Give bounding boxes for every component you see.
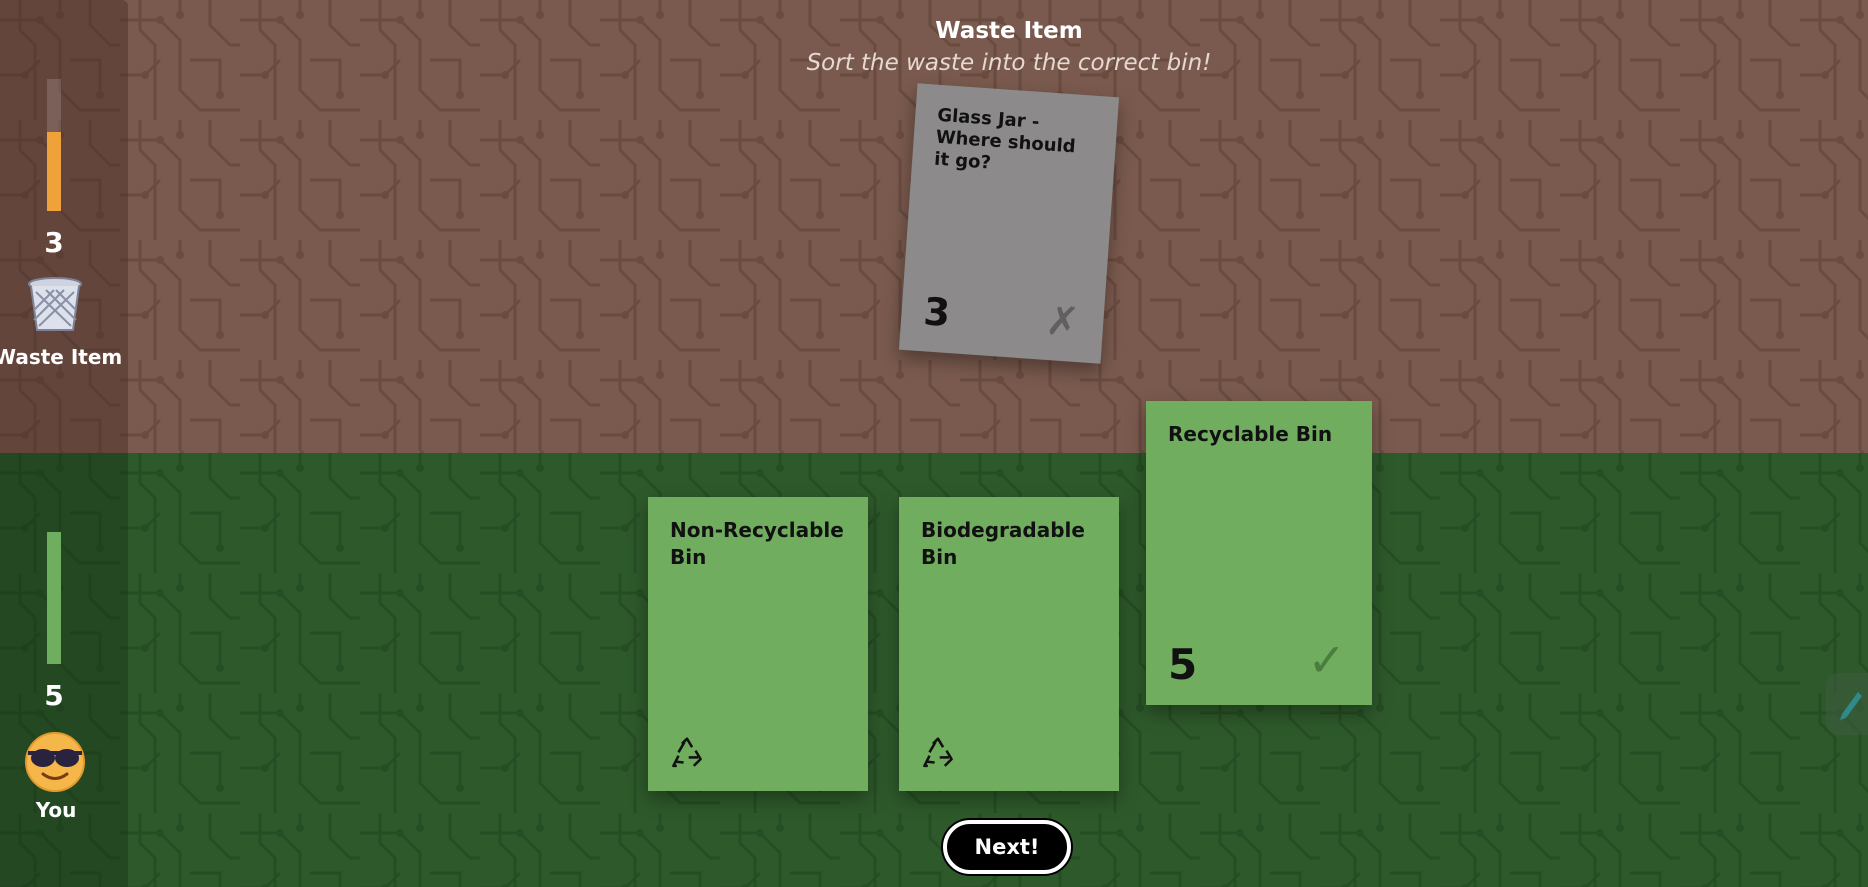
page-title: Waste Item xyxy=(935,18,1083,44)
recycle-icon xyxy=(921,737,955,771)
bin-card-title: Non-Recyclable Bin xyxy=(670,518,844,569)
player-progress-fill xyxy=(47,532,61,664)
recycle-icon xyxy=(670,737,704,771)
pencil-icon xyxy=(1840,692,1862,720)
player-name: You xyxy=(35,798,77,822)
player-progress-bar xyxy=(47,532,61,664)
waste-item-card-title: Glass Jar - Where should it go? xyxy=(933,104,1077,174)
player-score: 5 xyxy=(44,679,64,712)
bin-card-title: Recyclable Bin xyxy=(1168,422,1333,446)
opponent-progress-bar xyxy=(47,79,61,211)
opponent-progress-fill xyxy=(47,131,61,211)
wastebasket-icon xyxy=(28,277,82,331)
check-mark-icon: ✓ xyxy=(1307,633,1346,687)
bin-card-value: 5 xyxy=(1168,640,1198,689)
bin-card-non-recyclable[interactable]: Non-Recyclable Bin xyxy=(648,497,868,791)
waste-item-card-value: 3 xyxy=(922,289,952,336)
opponent-score: 3 xyxy=(44,226,64,259)
next-button[interactable]: Next! xyxy=(943,820,1071,874)
side-drawer-tab[interactable] xyxy=(1826,673,1868,735)
cross-mark-icon: ✗ xyxy=(1044,297,1081,347)
bin-card-biodegradable[interactable]: Biodegradable Bin xyxy=(899,497,1119,791)
bin-card-title: Biodegradable Bin xyxy=(921,518,1085,569)
bin-card-recyclable[interactable]: Recyclable Bin 5 ✓ xyxy=(1146,401,1372,705)
instruction-text: Sort the waste into the correct bin! xyxy=(806,50,1212,76)
opponent-name: Waste Item xyxy=(0,345,123,369)
sunglasses-emoji-icon xyxy=(25,732,85,792)
waste-item-card: Glass Jar - Where should it go? 3 ✗ xyxy=(898,83,1120,364)
